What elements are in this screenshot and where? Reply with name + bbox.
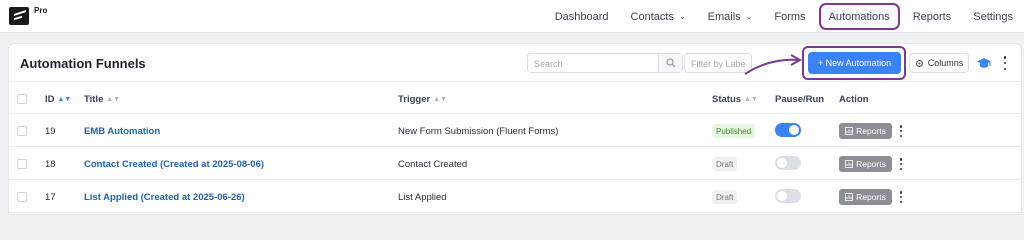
table-header: ID ▲▼ Title ▲▼ Trigger ▲▼ Status ▲▼ Pause/Ru… (9, 82, 1021, 114)
select-all-checkbox[interactable] (17, 94, 27, 104)
more-vertical-icon[interactable] (898, 158, 904, 170)
row-trigger: List Applied (398, 192, 447, 203)
row-checkbox[interactable] (17, 192, 27, 202)
more-vertical-icon[interactable] (1002, 56, 1008, 70)
top-navigation: Pro Dashboard Contacts ⌄ Emails ⌄ Forms Au… (0, 0, 1024, 33)
label-filter[interactable] (684, 53, 752, 73)
row-checkbox[interactable] (17, 159, 27, 169)
nav-item-settings[interactable]: Settings (962, 0, 1024, 33)
table-row: 18 Contact Created (Created at 2025-08-0… (9, 148, 1021, 180)
pause-run-toggle[interactable] (775, 189, 801, 203)
automation-title-link[interactable]: Contact Created (Created at 2025-08-06) (84, 159, 264, 170)
chart-icon (845, 193, 854, 201)
table-row: 19 EMB Automation New Form Submission (F… (9, 115, 1021, 147)
more-vertical-icon[interactable] (898, 125, 904, 137)
nav-item-automations[interactable]: Automations (818, 3, 900, 30)
nav-label: Settings (973, 10, 1013, 23)
reports-button[interactable]: Reports (839, 156, 892, 172)
pause-run-toggle[interactable] (775, 123, 801, 137)
column-title-label: Title (84, 94, 104, 105)
row-trigger: Contact Created (398, 159, 468, 170)
column-action-label: Action (839, 94, 869, 105)
column-pause-run-label: Pause/Run (775, 94, 825, 105)
logo-pro-label: Pro (34, 6, 48, 15)
column-id-label: ID (45, 94, 55, 105)
main-menu: Dashboard Contacts ⌄ Emails ⌄ Forms Automa… (544, 0, 1024, 33)
row-id: 19 (45, 126, 56, 137)
automation-title-link[interactable]: EMB Automation (84, 126, 160, 137)
nav-item-dashboard[interactable]: Dashboard (544, 0, 620, 33)
pause-run-toggle[interactable] (775, 156, 801, 170)
nav-item-contacts[interactable]: Contacts ⌄ (620, 0, 697, 33)
row-trigger: New Form Submission (Fluent Forms) (398, 126, 559, 137)
panel-header: Automation Funnels + New Automation Colu… (9, 44, 1021, 82)
reports-label: Reports (856, 126, 886, 136)
search-icon (665, 58, 675, 68)
status-badge: Draft (712, 190, 738, 204)
status-badge: Published (712, 124, 756, 138)
gear-icon (915, 59, 923, 67)
chart-icon (845, 127, 854, 135)
nav-label: Dashboard (554, 10, 609, 23)
search-button[interactable] (658, 54, 682, 72)
more-vertical-icon[interactable] (898, 191, 904, 203)
column-trigger[interactable]: Trigger ▲▼ (398, 94, 447, 105)
search-box (527, 53, 683, 73)
page-title: Automation Funnels (20, 56, 146, 71)
fluentcrm-logo-icon[interactable] (9, 7, 29, 25)
automation-title-link[interactable]: List Applied (Created at 2025-06-26) (84, 192, 245, 203)
sort-icon: ▲▼ (57, 96, 72, 103)
nav-label: Emails (707, 10, 741, 23)
column-status[interactable]: Status ▲▼ (712, 94, 758, 105)
columns-button[interactable]: Columns (909, 53, 969, 73)
reports-label: Reports (856, 192, 886, 202)
reports-button[interactable]: Reports (839, 123, 892, 139)
nav-label: Contacts (630, 10, 674, 23)
automation-funnels-panel: Automation Funnels + New Automation Colu… (9, 44, 1021, 214)
new-automation-button[interactable]: + New Automation (808, 52, 901, 74)
nav-label: Reports (912, 10, 952, 23)
sort-icon: ▲▼ (744, 96, 758, 103)
nav-label: Automations (828, 10, 890, 23)
row-id: 18 (45, 159, 56, 170)
columns-label: Columns (927, 58, 964, 68)
label-filter-input[interactable] (685, 55, 751, 72)
row-checkbox[interactable] (17, 126, 27, 136)
chart-icon (845, 160, 854, 168)
column-title[interactable]: Title ▲▼ (84, 94, 120, 105)
nav-item-forms[interactable]: Forms (763, 0, 816, 33)
new-automation-label: + New Automation (817, 58, 892, 68)
row-id: 17 (45, 192, 56, 203)
chevron-down-icon: ⌄ (678, 12, 686, 21)
column-status-label: Status (712, 94, 742, 105)
column-pause-run: Pause/Run (775, 94, 824, 105)
sort-icon: ▲▼ (106, 96, 121, 103)
column-trigger-label: Trigger (398, 94, 431, 105)
nav-label: Forms (774, 10, 806, 23)
column-action: Action (839, 94, 869, 105)
column-id[interactable]: ID ▲▼ (45, 94, 71, 105)
status-badge: Draft (712, 157, 738, 171)
nav-item-reports[interactable]: Reports (902, 0, 963, 33)
sort-icon: ▲▼ (433, 96, 448, 103)
reports-button[interactable]: Reports (839, 189, 892, 205)
graduation-cap-icon[interactable] (976, 55, 992, 71)
chevron-down-icon: ⌄ (745, 12, 753, 21)
reports-label: Reports (856, 159, 886, 169)
nav-item-emails[interactable]: Emails ⌄ (697, 0, 764, 33)
table-row: 17 List Applied (Created at 2025-06-26) … (9, 181, 1021, 213)
